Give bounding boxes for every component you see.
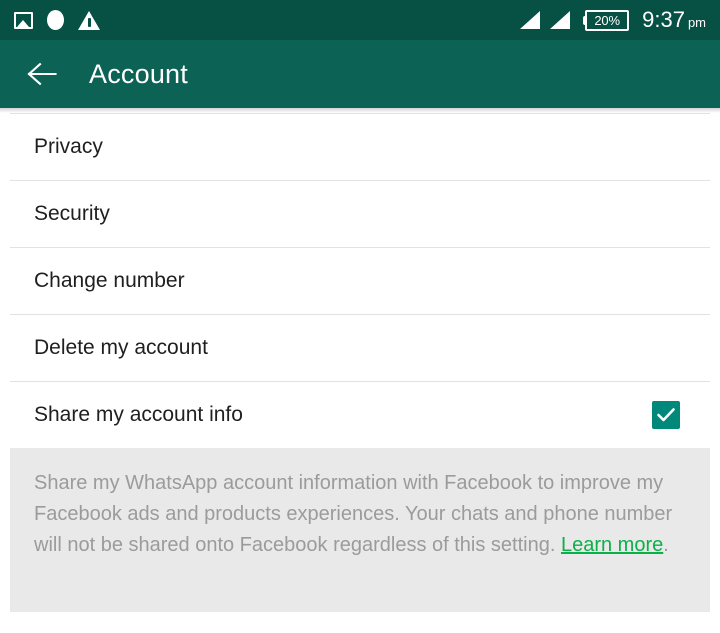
back-button[interactable] bbox=[22, 54, 62, 94]
settings-row-label: Security bbox=[34, 201, 110, 225]
footer-note-panel: Share my WhatsApp account information wi… bbox=[10, 448, 710, 612]
status-bar: 20% 9:37 pm bbox=[0, 0, 720, 40]
circle-icon bbox=[47, 10, 64, 30]
settings-row-delete-my-account[interactable]: Delete my account bbox=[0, 314, 720, 381]
settings-row-label: Privacy bbox=[34, 134, 103, 158]
footer-note-text: Share my WhatsApp account information wi… bbox=[34, 468, 686, 561]
warning-icon bbox=[78, 10, 100, 30]
page-title: Account bbox=[89, 58, 188, 89]
status-bar-left-icons bbox=[14, 10, 100, 30]
battery-level-label: 20% bbox=[594, 12, 620, 28]
clock-time: 9:37 bbox=[642, 7, 685, 32]
divider bbox=[10, 113, 710, 114]
settings-row-security[interactable]: Security bbox=[0, 180, 720, 247]
signal-sim1-icon bbox=[520, 11, 541, 29]
divider bbox=[10, 381, 710, 382]
settings-row-change-number[interactable]: Change number bbox=[0, 247, 720, 314]
check-icon bbox=[657, 407, 675, 421]
learn-more-link[interactable]: Learn more bbox=[561, 534, 663, 556]
divider bbox=[10, 180, 710, 181]
status-bar-clock: 9:37 pm bbox=[642, 9, 706, 31]
settings-list: Privacy Security Change number Delete my… bbox=[0, 113, 720, 448]
settings-row-privacy[interactable]: Privacy bbox=[0, 113, 720, 180]
battery-body: 20% bbox=[585, 9, 630, 31]
clock-ampm: pm bbox=[687, 15, 706, 30]
settings-row-label: Change number bbox=[34, 268, 185, 292]
settings-row-share-my-account-info[interactable]: Share my account info bbox=[0, 381, 720, 448]
app-toolbar: Account bbox=[0, 40, 720, 108]
divider bbox=[10, 314, 710, 315]
photo-icon bbox=[14, 11, 33, 29]
signal-sim2-icon bbox=[550, 11, 571, 29]
status-bar-right-icons: 20% 9:37 pm bbox=[520, 9, 706, 31]
footer-note-suffix: . bbox=[663, 534, 669, 556]
settings-row-label: Share my account info bbox=[34, 402, 243, 426]
settings-row-label: Delete my account bbox=[34, 335, 208, 359]
share-account-info-checkbox[interactable] bbox=[652, 400, 680, 429]
arrow-left-icon bbox=[27, 62, 57, 86]
battery-icon: 20% bbox=[583, 9, 630, 31]
divider bbox=[10, 247, 710, 248]
